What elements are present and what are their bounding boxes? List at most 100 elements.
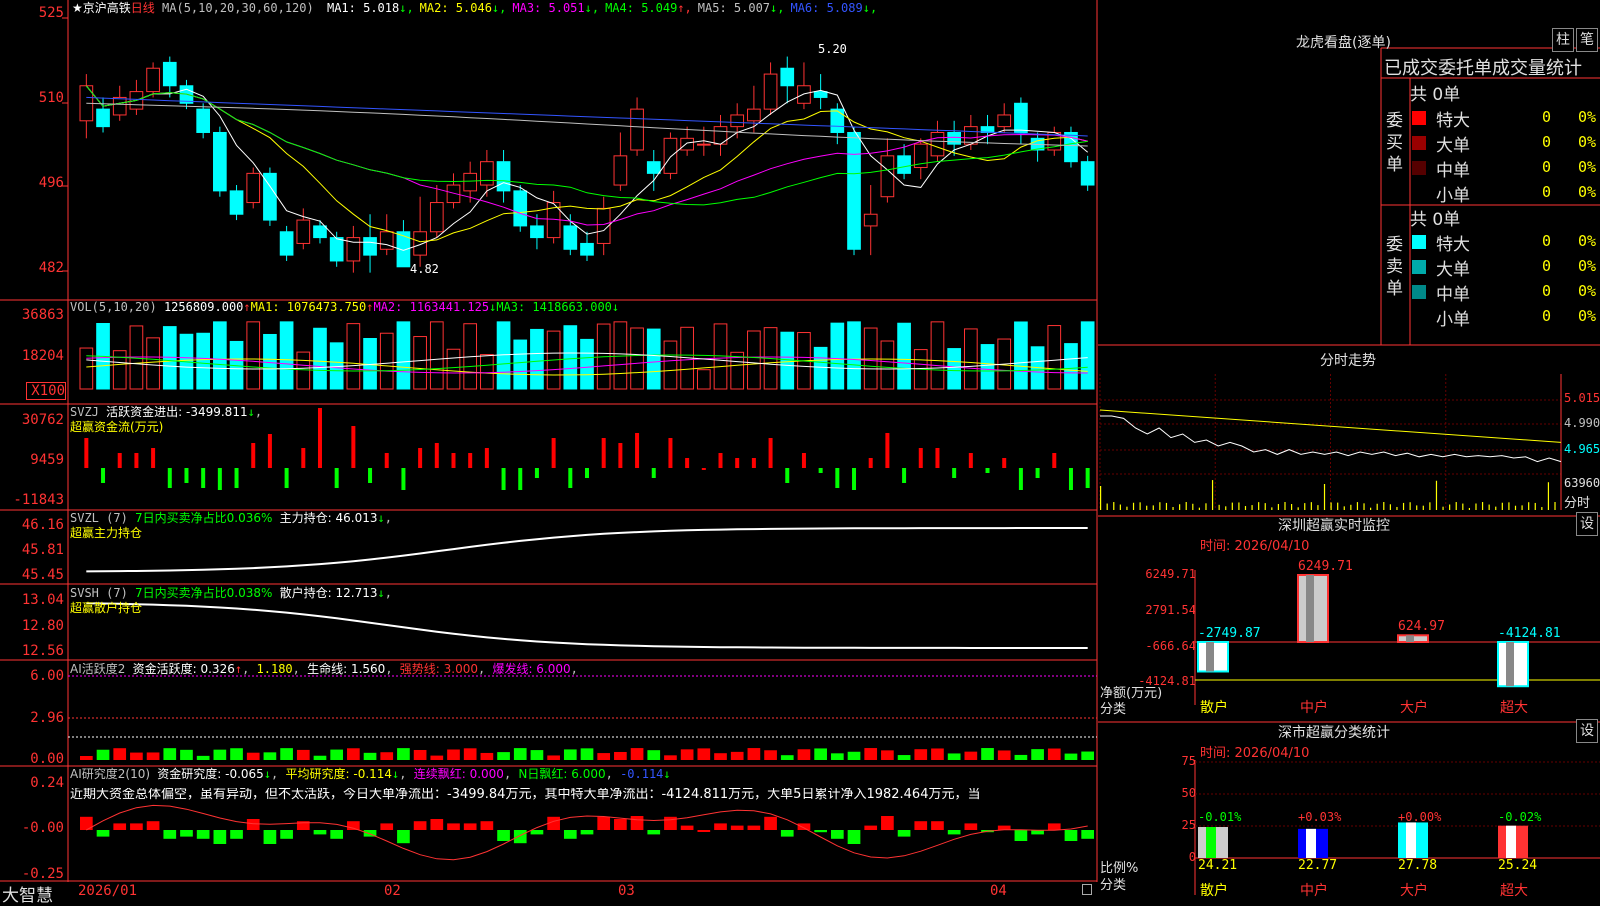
volume-bar: [296, 351, 311, 390]
minute-volume-bar: [1132, 502, 1135, 510]
svzl-tick: 46.16: [21, 517, 64, 533]
ma-line: [85, 85, 1089, 251]
classify-change-label: -0.02%: [1498, 810, 1542, 824]
bar-mode-button[interactable]: 柱: [1552, 28, 1574, 52]
candle: [162, 61, 177, 87]
minute-volume-bar: [1126, 506, 1128, 510]
ai2-bar: [1014, 830, 1028, 841]
main-chart-canvas[interactable]: [0, 0, 1098, 882]
monitor-category-label: 散户: [1200, 700, 1228, 716]
minute-volume-bar: [1271, 507, 1273, 510]
ai1-title: AI活跃度2: [70, 662, 126, 676]
volume-bar: [79, 347, 94, 390]
ma-line: [86, 96, 1088, 137]
tick-mode-button[interactable]: 笔: [1576, 28, 1598, 52]
minute-volume-bar: [1159, 502, 1161, 510]
minute-volume-bar: [1152, 505, 1154, 510]
classify-chart: [1194, 760, 1600, 895]
svzj-bar: [785, 468, 790, 483]
svzj-bar: [151, 448, 156, 468]
order-tabs[interactable]: 已成交委托单成交量统计: [1384, 54, 1582, 80]
ai2-bar: [897, 830, 911, 837]
classify-value-label: 24.21: [1198, 858, 1238, 873]
minute-volume-bar: [1501, 502, 1503, 510]
order-type-label: 中单: [1436, 161, 1470, 181]
ai2-bar: [864, 825, 878, 830]
vol-unit[interactable]: X100: [26, 382, 66, 400]
svzj-bar: [84, 438, 89, 468]
svzj-bar: [635, 433, 640, 468]
ai1-bar: [380, 752, 394, 760]
candle: [112, 96, 127, 116]
svsh-tick: 12.56: [21, 643, 64, 659]
period-label[interactable]: 日线: [131, 1, 155, 15]
monitor-settings-button[interactable]: 设: [1576, 512, 1598, 536]
order-type-label: 特大: [1436, 235, 1470, 255]
ai1-bar: [830, 753, 844, 760]
svsh-desc: 7日内买卖净占比0.038%: [135, 586, 273, 600]
order-percent: 0%: [1578, 183, 1597, 201]
minute-tick: 5.015: [1564, 391, 1600, 405]
order-type-label: 中单: [1436, 285, 1470, 305]
stock-name[interactable]: ★京沪高铁: [72, 1, 131, 15]
vol-title: VOL(5,10,20): [70, 300, 157, 314]
volume-bar: [830, 322, 845, 390]
svzj-bar: [518, 468, 523, 490]
svzl-line: [86, 527, 1088, 573]
classify-category-label: 大户: [1400, 883, 1428, 899]
classify-time: 时间: 2026/04/10: [1200, 746, 1310, 761]
ai2-bar: [246, 819, 260, 830]
classify-settings-button[interactable]: 设: [1576, 719, 1598, 743]
candle: [429, 202, 444, 233]
volume-bar: [1064, 343, 1078, 390]
minute-volume-bar: [1396, 506, 1398, 510]
monitor-tick: 6249.71: [1145, 567, 1196, 581]
volume-bar: [313, 327, 327, 390]
minute-volume-bar: [1475, 503, 1477, 510]
svsh-line2: 超赢散户持仓: [70, 601, 143, 615]
ai1-bar: [764, 750, 777, 760]
minute-volume-bar: [1514, 505, 1517, 510]
minute-volume-bar: [1462, 503, 1464, 510]
ai1-bar: [363, 752, 377, 760]
lock-icon[interactable]: [1082, 884, 1092, 895]
brand-logo[interactable]: 大智慧: [2, 881, 53, 906]
svzj-bar: [751, 458, 756, 468]
candle: [563, 225, 578, 250]
minute-volume-bar: [1218, 504, 1220, 510]
price-tick: 510: [38, 90, 64, 106]
minute-volume-bar: [1284, 502, 1286, 510]
minute-volume-bar: [1554, 502, 1556, 510]
candle: [747, 108, 761, 122]
ai2-bar: [647, 830, 661, 835]
volume-bar: [429, 321, 444, 390]
ai1-tick: 0.00: [30, 751, 64, 767]
ai1-bar: [597, 753, 611, 760]
candle: [530, 225, 544, 239]
minute-volume-bar: [1343, 506, 1345, 510]
ai2-bar: [380, 823, 394, 830]
ai1-bar: [981, 748, 994, 760]
svzl-tick: 45.81: [21, 542, 64, 558]
svzj-bar: [651, 468, 656, 478]
ai1-bar: [1064, 753, 1078, 760]
monitor-bar-shade: [1406, 635, 1414, 642]
minute-volume-bar: [1541, 507, 1543, 510]
volume-bar: [947, 348, 961, 390]
svzl-line: [86, 527, 1088, 573]
ai2-bar: [480, 821, 494, 830]
ai1-bar: [630, 748, 644, 760]
ai1-bar: [1047, 748, 1061, 760]
volume-bar: [279, 321, 294, 390]
candle: [663, 137, 678, 174]
volume-bar: [530, 328, 544, 390]
classify-bar-shade: [1506, 825, 1516, 858]
classify-value-label: 22.77: [1298, 858, 1338, 873]
vol-value: 1256809.000: [163, 300, 244, 314]
minute-volume-bar: [1277, 503, 1280, 510]
volume-bar: [196, 332, 211, 390]
minute-volume-bar: [1225, 506, 1227, 510]
ai2-bar: [747, 825, 761, 830]
svzj-bar: [351, 426, 356, 468]
ma-label: MA6: 5.089: [790, 1, 863, 15]
